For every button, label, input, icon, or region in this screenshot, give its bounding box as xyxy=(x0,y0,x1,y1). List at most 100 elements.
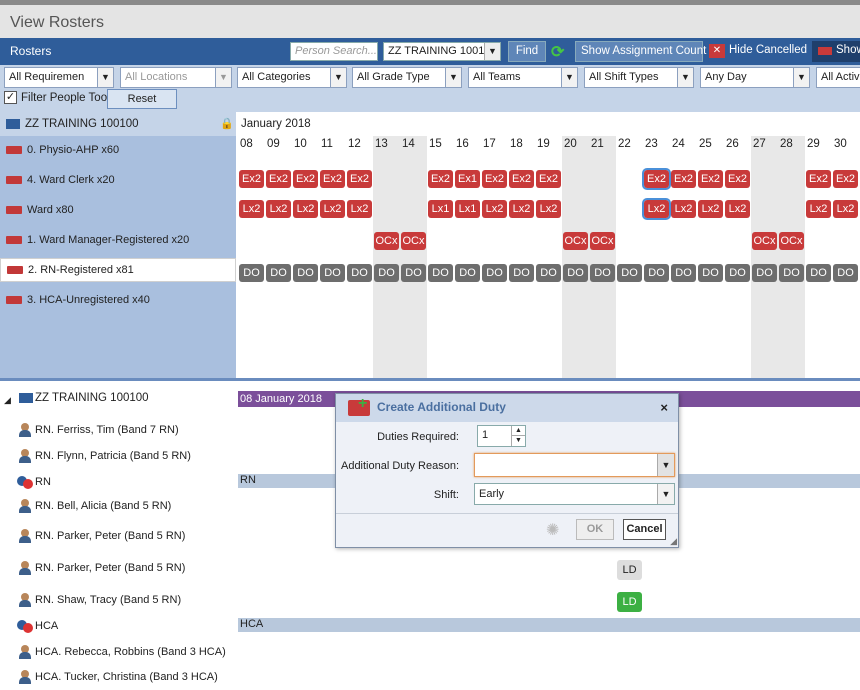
day-header[interactable]: 19 xyxy=(537,138,564,150)
chevron-down-icon[interactable]: ▼ xyxy=(657,484,674,504)
day-off-cell[interactable]: DO xyxy=(266,264,291,282)
requirement-row[interactable]: Ward x80 xyxy=(0,196,236,224)
day-off-cell[interactable]: DO xyxy=(833,264,858,282)
day-header[interactable]: 29 xyxy=(807,138,834,150)
collapse-icon[interactable]: ◢ xyxy=(4,395,11,406)
shift-cell[interactable]: Lx2 xyxy=(671,200,696,218)
day-header[interactable]: 26 xyxy=(726,138,753,150)
oncall-cell[interactable]: OCx xyxy=(779,232,804,250)
day-header[interactable]: 27 xyxy=(753,138,780,150)
requirement-row[interactable]: 0. Physio-AHP x60 xyxy=(0,136,236,164)
refresh-icon[interactable]: ⟳ xyxy=(551,42,564,62)
day-off-cell[interactable]: DO xyxy=(401,264,426,282)
day-off-cell[interactable]: DO xyxy=(239,264,264,282)
hide-cancelled-icon[interactable]: ✕ xyxy=(709,44,725,58)
filter-people-checkbox[interactable]: ✓ xyxy=(4,91,17,104)
day-filter[interactable]: Any Day ▼ xyxy=(700,67,810,88)
increment-icon[interactable]: ▲ xyxy=(511,426,525,436)
shift-cell[interactable]: Ex2 xyxy=(725,170,750,188)
shift-cell[interactable]: Ex2 xyxy=(806,170,831,188)
duties-required-stepper[interactable]: 1 ▲ ▼ xyxy=(477,425,526,447)
ld-shift-cell[interactable]: LD xyxy=(617,560,642,580)
shift-cell[interactable]: Ex2 xyxy=(266,170,291,188)
shift-cell[interactable]: Ex2 xyxy=(671,170,696,188)
person-row[interactable]: RN. Bell, Alicia (Band 5 RN) xyxy=(0,495,236,519)
shift-cell[interactable]: Ex1 xyxy=(455,170,480,188)
oncall-cell[interactable]: OCx xyxy=(374,232,399,250)
day-header[interactable]: 21 xyxy=(591,138,618,150)
shift-cell[interactable]: Ex2 xyxy=(293,170,318,188)
roster-select[interactable]: ZZ TRAINING 10010 ▼ xyxy=(383,42,501,61)
day-header[interactable]: 14 xyxy=(402,138,429,150)
lock-icon[interactable]: 🔒 xyxy=(220,117,234,130)
grade-type-filter[interactable]: All Grade Type ▼ xyxy=(352,67,462,88)
day-header[interactable]: 28 xyxy=(780,138,807,150)
person-row[interactable]: HCA. Rebecca, Robbins (Band 3 HCA) xyxy=(0,641,236,665)
requirement-row[interactable]: 3. HCA-Unregistered x40 xyxy=(0,286,236,314)
day-off-cell[interactable]: DO xyxy=(563,264,588,282)
day-off-cell[interactable]: DO xyxy=(293,264,318,282)
day-off-cell[interactable]: DO xyxy=(671,264,696,282)
day-header[interactable]: 20 xyxy=(564,138,591,150)
shift-cell[interactable]: Lx2 xyxy=(806,200,831,218)
day-off-cell[interactable]: DO xyxy=(428,264,453,282)
chevron-down-icon[interactable]: ▼ xyxy=(484,43,500,60)
shift-select[interactable]: Early ▼ xyxy=(474,483,675,505)
shift-cell[interactable]: Ex2 xyxy=(482,170,507,188)
decrement-icon[interactable]: ▼ xyxy=(511,436,525,446)
day-header[interactable]: 24 xyxy=(672,138,699,150)
shift-cell[interactable]: Lx2 xyxy=(642,198,671,220)
day-off-cell[interactable]: DO xyxy=(752,264,777,282)
shift-cell[interactable]: Lx2 xyxy=(347,200,372,218)
day-header[interactable]: 17 xyxy=(483,138,510,150)
person-row[interactable]: HCA. Tucker, Christina (Band 3 HCA) xyxy=(0,666,236,690)
person-row[interactable]: RN. Shaw, Tracy (Band 5 RN) xyxy=(0,589,236,613)
day-off-cell[interactable]: DO xyxy=(320,264,345,282)
person-row[interactable]: RN. Ferriss, Tim (Band 7 RN) xyxy=(0,419,236,443)
day-header[interactable]: 10 xyxy=(294,138,321,150)
shift-cell[interactable]: Ex2 xyxy=(536,170,561,188)
reset-button[interactable]: Reset xyxy=(107,89,177,109)
person-row[interactable]: RN. Parker, Peter (Band 5 RN) xyxy=(0,557,236,581)
day-off-cell[interactable]: DO xyxy=(374,264,399,282)
day-off-cell[interactable]: DO xyxy=(482,264,507,282)
requirement-row-selected[interactable]: 2. RN-Registered x81 xyxy=(0,258,236,282)
person-row[interactable]: RN. Parker, Peter (Band 5 RN) xyxy=(0,525,236,549)
close-icon[interactable]: × xyxy=(660,400,668,415)
day-header[interactable]: 16 xyxy=(456,138,483,150)
shift-cell[interactable]: Lx2 xyxy=(833,200,858,218)
find-button[interactable]: Find xyxy=(508,41,546,62)
oncall-cell[interactable]: OCx xyxy=(752,232,777,250)
hide-cancelled-button[interactable]: Hide Cancelled xyxy=(729,44,807,56)
oncall-cell[interactable]: OCx xyxy=(401,232,426,250)
day-off-cell[interactable]: DO xyxy=(779,264,804,282)
day-off-cell[interactable]: DO xyxy=(509,264,534,282)
day-header[interactable]: 11 xyxy=(321,138,348,150)
shift-cell[interactable]: Ex2 xyxy=(347,170,372,188)
shift-cell[interactable]: Lx2 xyxy=(266,200,291,218)
shift-cell[interactable]: Lx2 xyxy=(509,200,534,218)
additional-duty-reason-select[interactable]: ▼ xyxy=(474,453,675,477)
shift-cell[interactable]: Lx2 xyxy=(725,200,750,218)
locations-filter[interactable]: All Locations ▼ xyxy=(120,67,232,88)
day-off-cell[interactable]: DO xyxy=(617,264,642,282)
day-header[interactable]: 23 xyxy=(645,138,672,150)
day-header[interactable]: 09 xyxy=(267,138,294,150)
day-off-cell[interactable]: DO xyxy=(455,264,480,282)
shift-cell[interactable]: Ex2 xyxy=(509,170,534,188)
shift-cell[interactable]: Ex2 xyxy=(698,170,723,188)
ld-shift-cell[interactable]: LD xyxy=(617,592,642,612)
chevron-down-icon[interactable]: ▼ xyxy=(657,454,674,476)
shift-cell[interactable]: Ex2 xyxy=(320,170,345,188)
resize-grip-icon[interactable]: ◢ xyxy=(670,536,677,547)
group-row[interactable]: HCA xyxy=(0,615,236,639)
teams-filter[interactable]: All Teams ▼ xyxy=(468,67,578,88)
day-header[interactable]: 25 xyxy=(699,138,726,150)
day-off-cell[interactable]: DO xyxy=(644,264,669,282)
shift-cell[interactable]: Ex2 xyxy=(642,168,671,190)
shift-cell[interactable]: Lx2 xyxy=(320,200,345,218)
day-off-cell[interactable]: DO xyxy=(536,264,561,282)
shift-cell[interactable]: Ex2 xyxy=(239,170,264,188)
categories-filter[interactable]: All Categories ▼ xyxy=(237,67,347,88)
activities-filter[interactable]: All Activ xyxy=(816,67,860,88)
